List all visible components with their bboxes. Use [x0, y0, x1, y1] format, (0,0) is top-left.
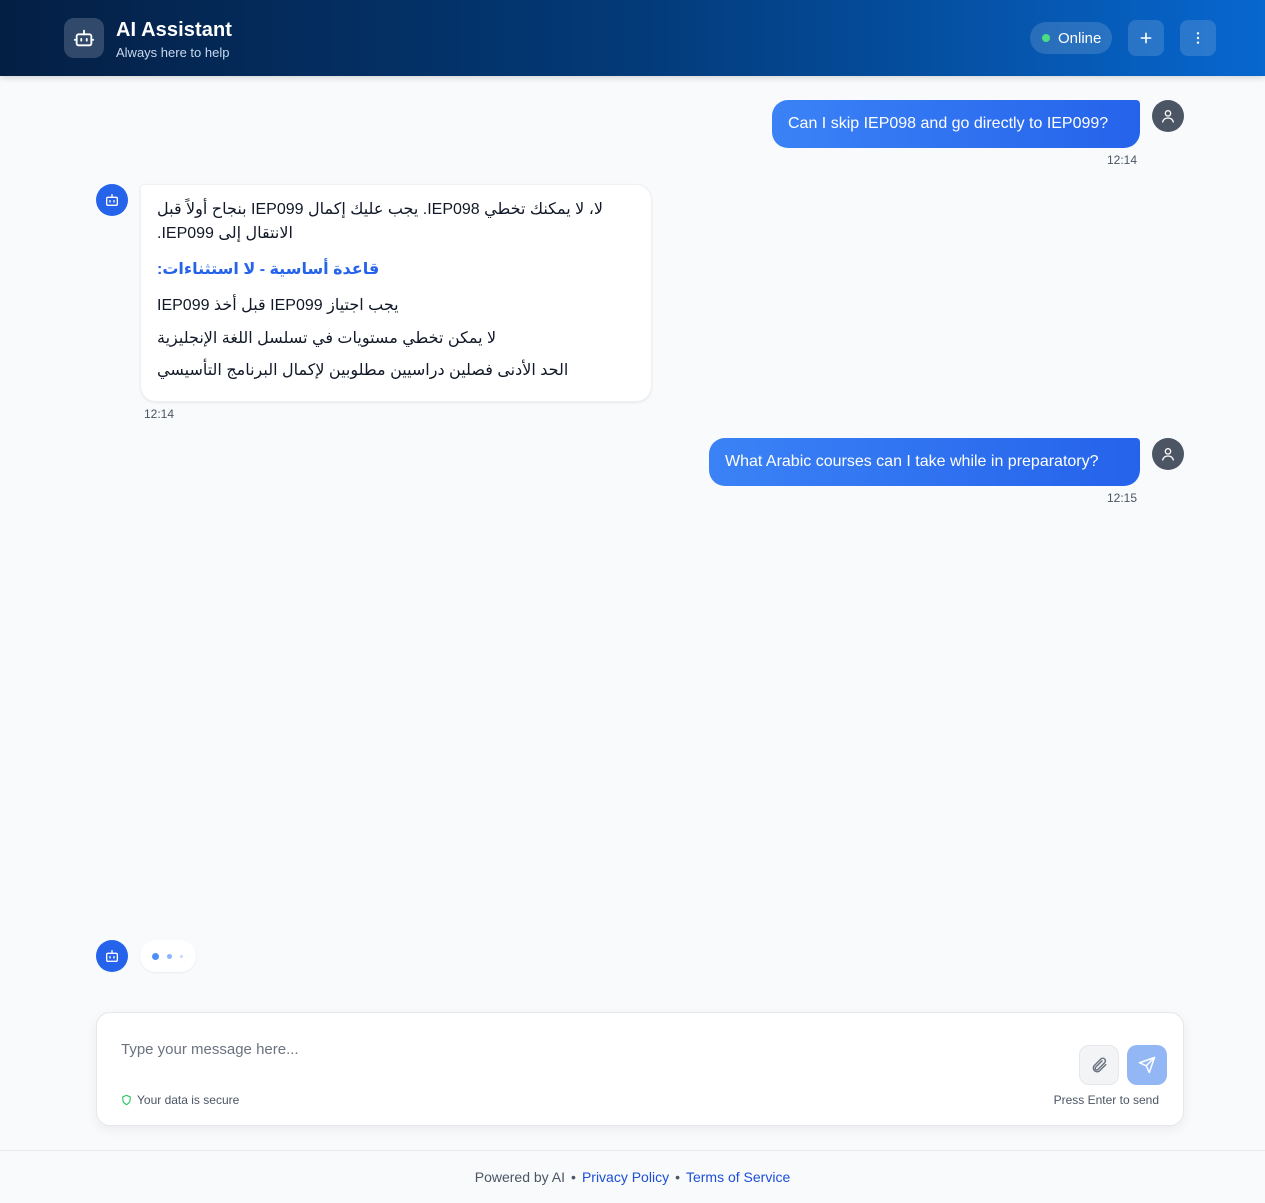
user-avatar-icon [1152, 100, 1184, 132]
message-timestamp: 12:15 [1107, 491, 1138, 505]
app-header: AI Assistant Always here to help Online [0, 0, 1265, 76]
assistant-text-line: الانتقال إلى IEP099. [157, 225, 293, 242]
send-button[interactable] [1127, 1045, 1167, 1085]
app-title: AI Assistant [116, 19, 233, 41]
robot-icon [64, 18, 104, 58]
typing-dot-icon [167, 953, 172, 959]
status-dot-icon [1042, 34, 1050, 42]
message-composer: Your data is secure Press Enter to send [96, 1012, 1184, 1126]
typing-indicator [140, 940, 196, 972]
assistant-rule-item: لا يمكن تخطي مستويات في تسلسل اللغة الإن… [157, 330, 497, 347]
assistant-text-line: لا، لا يمكنك تخطي IEP098. يجب عليك إكمال… [157, 201, 603, 218]
more-options-button[interactable] [1180, 20, 1216, 56]
attach-button[interactable] [1079, 1045, 1119, 1085]
footer-separator: • [675, 1169, 680, 1185]
status-label: Online [1058, 29, 1102, 47]
more-vertical-icon [1196, 32, 1200, 44]
assistant-message-bubble: لا، لا يمكنك تخطي IEP098. يجب عليك إكمال… [140, 184, 652, 402]
user-message-bubble: What Arabic courses can I take while in … [709, 438, 1140, 486]
user-message-bubble: Can I skip IEP098 and go directly to IEP… [772, 100, 1140, 148]
assistant-rule-item: الحد الأدنى فصلين دراسيين مطلوبين لإكمال… [157, 362, 569, 379]
status-badge: Online [1030, 22, 1112, 54]
message-timestamp: 12:14 [1107, 153, 1138, 167]
app-subtitle: Always here to help [116, 45, 230, 60]
assistant-avatar-icon [96, 184, 128, 216]
typing-dot-icon [180, 954, 183, 958]
assistant-rule-heading: قاعدة أساسية - لا استثناءات: [157, 261, 380, 278]
plus-icon [1140, 32, 1152, 44]
shield-icon [122, 1094, 131, 1106]
terms-of-service-link[interactable]: Terms of Service [686, 1169, 790, 1185]
send-hint: Press Enter to send [1053, 1093, 1159, 1107]
typing-dot-icon [152, 952, 159, 960]
new-chat-button[interactable] [1128, 20, 1164, 56]
message-timestamp: 12:14 [144, 407, 175, 421]
page-footer: Powered by AI • Privacy Policy • Terms o… [0, 1150, 1265, 1203]
user-avatar-icon [1152, 438, 1184, 470]
footer-separator: • [571, 1169, 576, 1185]
powered-by-text: Powered by AI [474, 1169, 566, 1185]
security-text: Your data is secure [137, 1093, 240, 1107]
send-icon [1138, 1056, 1156, 1074]
privacy-policy-link[interactable]: Privacy Policy [582, 1169, 669, 1185]
paperclip-icon [1092, 1057, 1107, 1073]
message-input[interactable] [121, 1035, 1061, 1063]
assistant-rule-item: يجب اجتياز IEP099 قبل أخذ IEP099 [157, 297, 399, 314]
assistant-avatar-icon [96, 940, 128, 972]
security-note: Your data is secure [121, 1093, 239, 1107]
